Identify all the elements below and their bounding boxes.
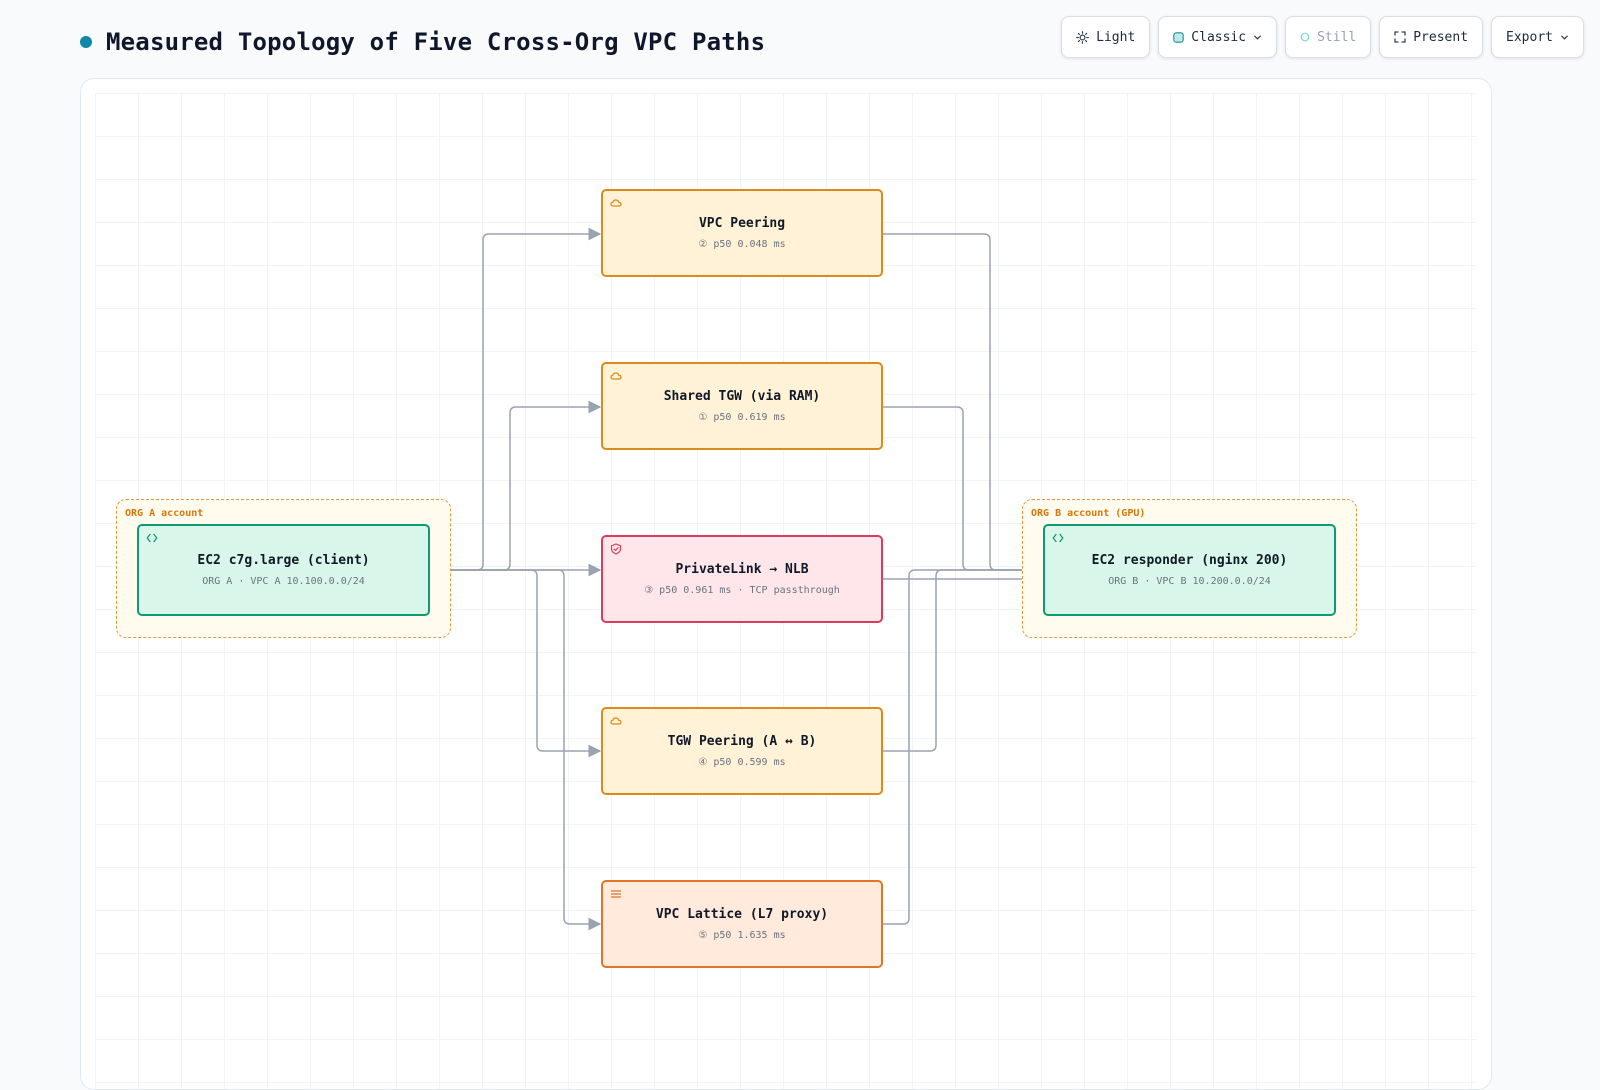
- shared-tgw-title: Shared TGW (via RAM): [663, 389, 821, 404]
- shared-tgw-subtitle: ① p50 0.619 ms: [698, 412, 786, 423]
- chevron-down-icon: [1253, 33, 1262, 42]
- export-dropdown[interactable]: Export: [1491, 16, 1584, 58]
- present-label: Present: [1413, 29, 1469, 45]
- diagram-canvas[interactable]: ORG A account ORG B account (GPU) EC2 c7…: [80, 78, 1492, 1090]
- classic-style-dropdown[interactable]: Classic: [1158, 16, 1278, 58]
- edge-tgw-peering-to-responder: [882, 563, 1045, 752]
- responder-ec2-node[interactable]: EC2 responder (nginx 200) ORG B · VPC B …: [1043, 524, 1336, 616]
- edge-client-to-lattice: [429, 569, 602, 931]
- vpc-peering-node[interactable]: VPC Peering ② p50 0.048 ms: [601, 189, 883, 277]
- title-status-dot: [80, 36, 92, 48]
- org-b-group-label: ORG B account (GPU): [1031, 508, 1146, 519]
- tgw-peering-title: TGW Peering (A ↔ B): [667, 734, 817, 749]
- edge-client-to-vpc-peering: [429, 227, 602, 571]
- edge-lattice-to-responder: [882, 563, 1045, 925]
- privatelink-subtitle: ③ p50 0.961 ms · TCP passthrough: [644, 585, 840, 596]
- vpc-peering-subtitle: ② p50 0.048 ms: [698, 239, 786, 250]
- still-toggle-label: Still: [1317, 29, 1357, 45]
- light-theme-button[interactable]: Light: [1061, 16, 1151, 58]
- edge-client-to-shared-tgw: [429, 400, 602, 571]
- vpc-peering-title: VPC Peering: [698, 216, 786, 231]
- fullscreen-icon: [1394, 31, 1406, 43]
- org-a-group-label: ORG A account: [125, 508, 204, 519]
- privatelink-node[interactable]: PrivateLink → NLB ③ p50 0.961 ms · TCP p…: [601, 535, 883, 623]
- sun-icon: [1076, 30, 1090, 44]
- palette-swatch-icon: [1173, 31, 1185, 43]
- still-toggle-button[interactable]: Still: [1285, 16, 1372, 58]
- cloud-icon: [610, 370, 622, 382]
- export-label: Export: [1506, 29, 1553, 45]
- client-ec2-node[interactable]: EC2 c7g.large (client) ORG A · VPC A 10.…: [137, 524, 430, 616]
- vpc-lattice-subtitle: ⑤ p50 1.635 ms: [698, 930, 786, 941]
- edge-shared-tgw-to-responder: [882, 406, 1045, 577]
- edge-client-to-tgw-peering: [429, 569, 602, 758]
- tgw-peering-node[interactable]: TGW Peering (A ↔ B) ④ p50 0.599 ms: [601, 707, 883, 795]
- code-icon: [1052, 532, 1064, 544]
- responder-node-subtitle: ORG B · VPC B 10.200.0.0/24: [1108, 576, 1271, 587]
- client-node-subtitle: ORG A · VPC A 10.100.0.0/24: [202, 576, 365, 587]
- toolbar: Light Classic Still Present Export: [1061, 16, 1584, 58]
- shield-icon: [610, 543, 622, 555]
- cloud-icon: [610, 715, 622, 727]
- client-node-title: EC2 c7g.large (client): [197, 553, 370, 568]
- code-icon: [146, 532, 158, 544]
- responder-node-title: EC2 responder (nginx 200): [1091, 553, 1288, 568]
- page-title: Measured Topology of Five Cross-Org VPC …: [106, 28, 766, 56]
- cloud-icon: [610, 197, 622, 209]
- title-bar: Measured Topology of Five Cross-Org VPC …: [80, 28, 765, 56]
- vpc-lattice-title: VPC Lattice (L7 proxy): [655, 907, 829, 922]
- chevron-down-icon: [1560, 33, 1569, 42]
- shared-tgw-node[interactable]: Shared TGW (via RAM) ① p50 0.619 ms: [601, 362, 883, 450]
- menu-lines-icon: [610, 888, 622, 900]
- classic-style-label: Classic: [1191, 29, 1247, 45]
- tgw-peering-subtitle: ④ p50 0.599 ms: [698, 757, 786, 768]
- privatelink-title: PrivateLink → NLB: [675, 562, 809, 577]
- light-theme-label: Light: [1096, 29, 1136, 45]
- present-button[interactable]: Present: [1379, 16, 1484, 58]
- circle-icon: [1300, 32, 1310, 42]
- vpc-lattice-node[interactable]: VPC Lattice (L7 proxy) ⑤ p50 1.635 ms: [601, 880, 883, 968]
